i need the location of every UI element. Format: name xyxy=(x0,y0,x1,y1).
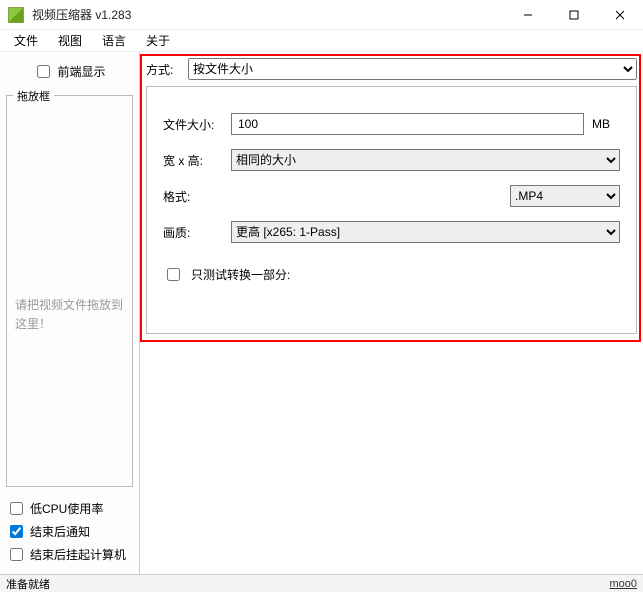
menu-language[interactable]: 语言 xyxy=(94,30,134,51)
notify-done-checkbox[interactable] xyxy=(10,525,23,538)
app-icon xyxy=(8,7,24,23)
wh-label: 宽 x 高: xyxy=(163,152,223,169)
method-label: 方式: xyxy=(146,61,182,78)
quality-label: 画质: xyxy=(163,224,223,241)
low-cpu-checkbox[interactable] xyxy=(10,502,23,515)
main-pane: 方式: 按文件大小 文件大小: MB 宽 x 高: 相同的大小 格式: xyxy=(140,52,643,574)
minimize-button[interactable] xyxy=(505,0,551,30)
format-select[interactable]: .MP4 xyxy=(510,185,620,207)
test-only-checkbox[interactable] xyxy=(167,268,180,281)
wh-select[interactable]: 相同的大小 xyxy=(231,149,620,171)
menubar: 文件 视图 语言 关于 xyxy=(0,30,643,52)
statusbar: 准备就绪 moo0 xyxy=(0,574,643,592)
settings-group: 文件大小: MB 宽 x 高: 相同的大小 格式: .MP4 画质: xyxy=(146,86,637,334)
close-button[interactable] xyxy=(597,0,643,30)
maximize-button[interactable] xyxy=(551,0,597,30)
front-display-label: 前端显示 xyxy=(57,63,105,80)
filesize-unit: MB xyxy=(592,117,620,131)
titlebar: 视频压缩器 v1.283 xyxy=(0,0,643,30)
dropzone-legend: 拖放框 xyxy=(13,88,54,104)
menu-file[interactable]: 文件 xyxy=(6,30,46,51)
dropzone-group[interactable]: 拖放框 请把视频文件拖放到这里！ xyxy=(6,95,133,487)
menu-view[interactable]: 视图 xyxy=(50,30,90,51)
sidebar: 前端显示 拖放框 请把视频文件拖放到这里！ 低CPU使用率 结束后通知 结束后挂… xyxy=(0,52,140,574)
window-title: 视频压缩器 v1.283 xyxy=(32,6,505,23)
dropzone-hint: 请把视频文件拖放到这里！ xyxy=(15,296,124,334)
filesize-label: 文件大小: xyxy=(163,116,223,133)
filesize-input[interactable] xyxy=(231,113,584,135)
test-only-label: 只测试转换一部分: xyxy=(191,266,290,283)
notify-done-label: 结束后通知 xyxy=(30,523,90,540)
content-area: 前端显示 拖放框 请把视频文件拖放到这里！ 低CPU使用率 结束后通知 结束后挂… xyxy=(0,52,643,574)
status-text: 准备就绪 xyxy=(6,576,50,592)
quality-select[interactable]: 更高 [x265: 1-Pass] xyxy=(231,221,620,243)
suspend-done-checkbox[interactable] xyxy=(10,548,23,561)
suspend-done-label: 结束后挂起计算机 xyxy=(30,546,126,563)
method-select[interactable]: 按文件大小 xyxy=(188,58,637,80)
front-display-checkbox[interactable] xyxy=(37,65,50,78)
status-link[interactable]: moo0 xyxy=(609,578,637,590)
format-label: 格式: xyxy=(163,188,223,205)
menu-about[interactable]: 关于 xyxy=(138,30,178,51)
low-cpu-label: 低CPU使用率 xyxy=(30,500,103,517)
